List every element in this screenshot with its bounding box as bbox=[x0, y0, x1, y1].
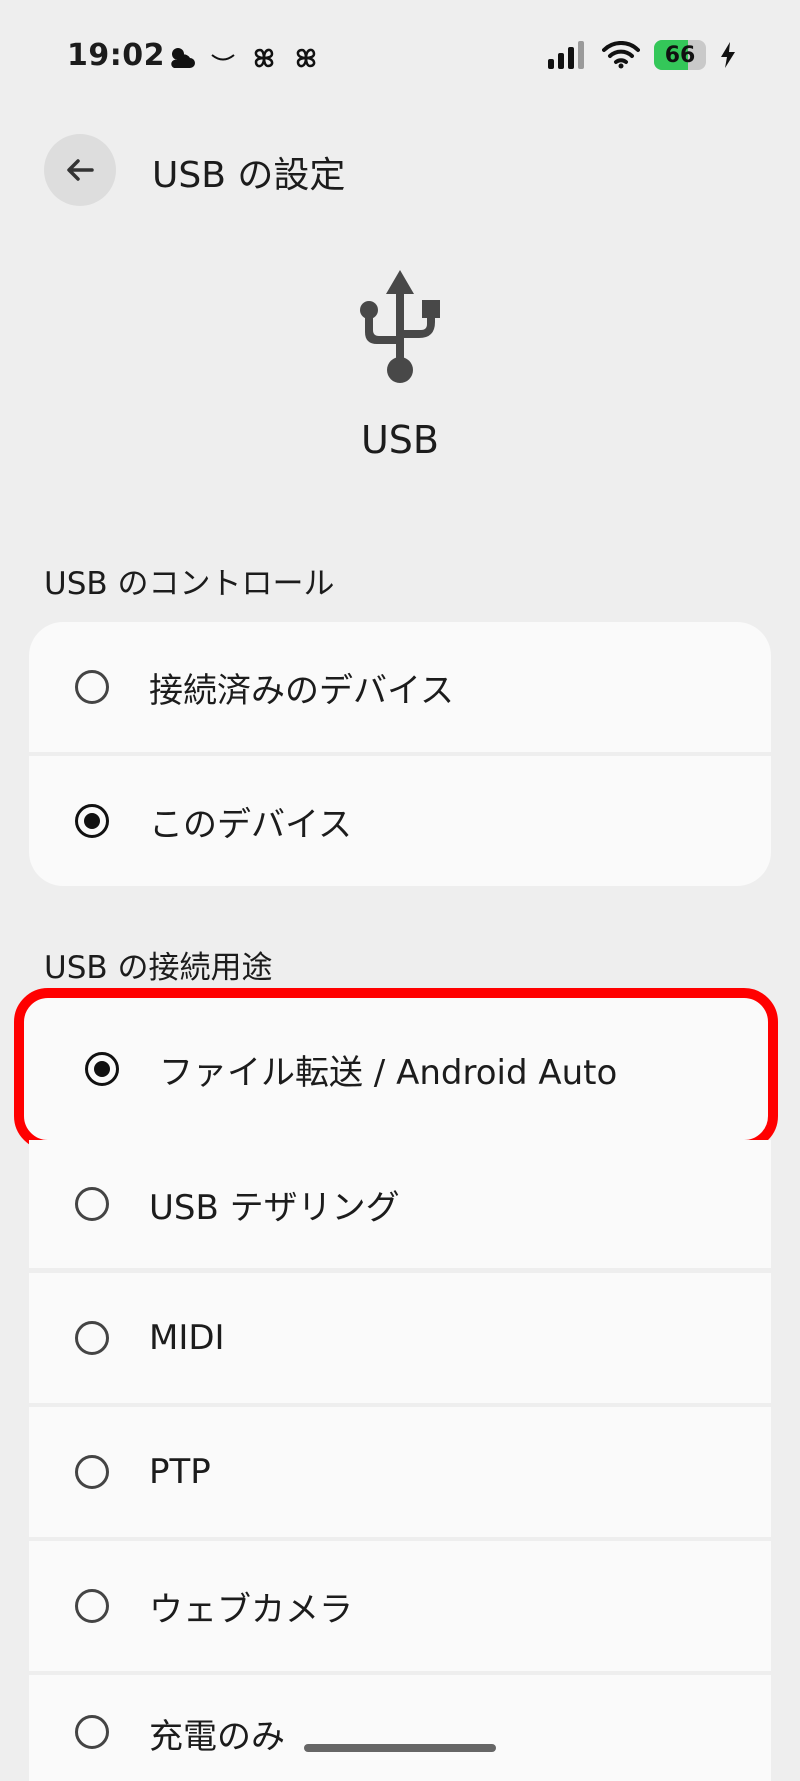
option-label: USB テザリング bbox=[149, 1187, 400, 1228]
option-label: ファイル転送 / Android Auto bbox=[159, 1052, 618, 1093]
section-title-usb-control: USB のコントロール bbox=[44, 566, 335, 602]
arrow-left-icon bbox=[67, 159, 94, 181]
battery-indicator: 66 bbox=[654, 40, 706, 70]
option-label: PTP bbox=[149, 1452, 211, 1492]
battery-level: 66 bbox=[664, 42, 696, 68]
radio-button[interactable] bbox=[75, 1455, 109, 1489]
usb-icon bbox=[360, 270, 440, 383]
cellular-signal-icon bbox=[548, 41, 584, 69]
status-time: 19:02 bbox=[67, 38, 165, 73]
option-this-device[interactable]: このデバイス bbox=[29, 756, 771, 886]
page-title: USB の設定 bbox=[152, 155, 346, 196]
option-label: ウェブカメラ bbox=[149, 1589, 353, 1630]
charging-bolt-icon bbox=[721, 42, 735, 68]
option-file-transfer[interactable]: ファイル転送 / Android Auto bbox=[14, 988, 778, 1150]
pinwheel-icon bbox=[254, 48, 274, 68]
home-indicator[interactable] bbox=[304, 1744, 496, 1752]
option-charge-only[interactable]: 充電のみ bbox=[29, 1675, 771, 1781]
option-ptp[interactable]: PTP bbox=[29, 1407, 771, 1537]
radio-button[interactable] bbox=[75, 1589, 109, 1623]
radio-button[interactable] bbox=[75, 1187, 109, 1221]
status-right: 66 bbox=[548, 40, 736, 70]
radio-button-selected[interactable] bbox=[85, 1052, 119, 1086]
option-connected-device[interactable]: 接続済みのデバイス bbox=[29, 622, 771, 752]
option-label: 充電のみ bbox=[149, 1717, 285, 1757]
option-webcam[interactable]: ウェブカメラ bbox=[29, 1541, 771, 1671]
radio-button[interactable] bbox=[75, 670, 109, 704]
pinwheel-icon bbox=[296, 48, 316, 68]
section-title-usb-use: USB の接続用途 bbox=[44, 950, 273, 986]
hero-usb-label: USB bbox=[360, 418, 439, 462]
weather-cloud-icon bbox=[171, 48, 195, 68]
option-label: MIDI bbox=[149, 1318, 225, 1358]
radio-button-selected[interactable] bbox=[75, 804, 109, 838]
option-label: 接続済みのデバイス bbox=[149, 670, 454, 711]
option-midi[interactable]: MIDI bbox=[29, 1273, 771, 1403]
notification-icons bbox=[168, 44, 320, 72]
option-label: このデバイス bbox=[149, 804, 352, 845]
smile-icon bbox=[211, 54, 235, 61]
radio-button[interactable] bbox=[75, 1715, 109, 1749]
option-usb-tethering[interactable]: USB テザリング bbox=[29, 1140, 771, 1268]
back-button[interactable] bbox=[44, 134, 116, 206]
radio-button[interactable] bbox=[75, 1321, 109, 1355]
wifi-icon bbox=[602, 41, 640, 69]
